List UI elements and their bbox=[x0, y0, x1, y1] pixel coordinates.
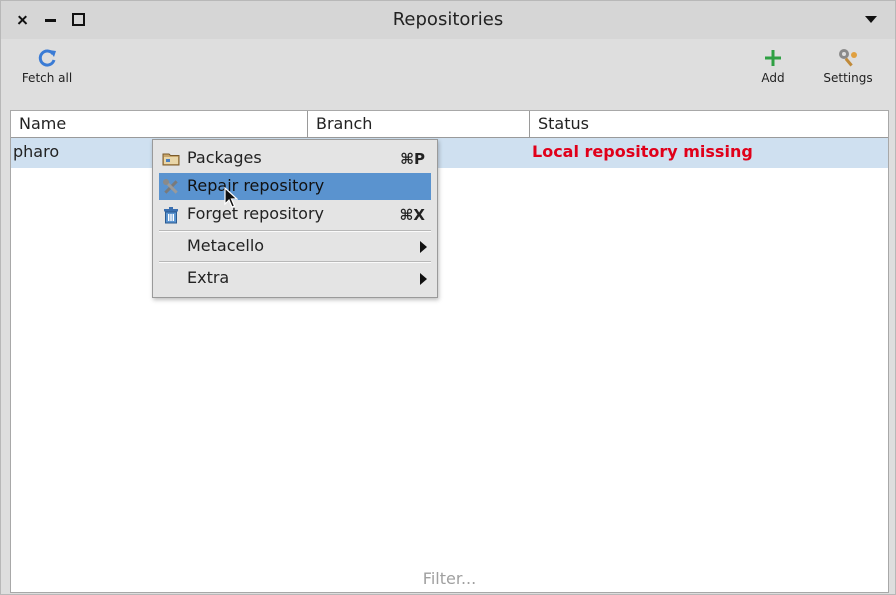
title-bar: Repositories bbox=[1, 1, 895, 39]
menu-item-label: Repair repository bbox=[187, 176, 325, 195]
menu-item-forget-repository[interactable]: Forget repository ⌘X bbox=[159, 201, 431, 228]
refresh-icon bbox=[38, 49, 56, 67]
table-header: Name Branch Status bbox=[11, 111, 888, 138]
menu-item-metacello[interactable]: Metacello bbox=[159, 233, 431, 260]
column-header-branch[interactable]: Branch bbox=[308, 111, 530, 137]
settings-icon bbox=[839, 49, 857, 67]
menu-separator bbox=[159, 230, 431, 232]
settings-button[interactable]: Settings bbox=[819, 47, 877, 85]
wrench-icon bbox=[163, 179, 178, 194]
add-button[interactable]: Add bbox=[753, 47, 793, 85]
repository-status-cell: Local repository missing bbox=[532, 142, 753, 161]
context-menu: Packages ⌘P Repair repository Forget rep… bbox=[152, 139, 438, 298]
plus-icon bbox=[765, 50, 781, 66]
table-row[interactable]: pharo Local repository missing bbox=[11, 138, 888, 168]
repositories-window: Repositories Fetch all Add Settings Name… bbox=[0, 0, 896, 595]
trash-icon bbox=[164, 207, 178, 224]
filter-input[interactable]: Filter... bbox=[11, 569, 888, 588]
folder-icon bbox=[162, 153, 180, 166]
window-menu-button[interactable] bbox=[865, 16, 877, 23]
column-header-name[interactable]: Name bbox=[11, 111, 308, 137]
menu-item-repair-repository[interactable]: Repair repository bbox=[159, 173, 431, 200]
menu-item-packages[interactable]: Packages ⌘P bbox=[159, 145, 431, 172]
submenu-arrow-icon bbox=[420, 241, 427, 253]
repository-name-cell: pharo bbox=[13, 142, 60, 161]
menu-item-label: Extra bbox=[187, 268, 230, 287]
fetch-all-button[interactable]: Fetch all bbox=[19, 47, 75, 85]
add-label: Add bbox=[761, 71, 785, 85]
menu-item-label: Packages bbox=[187, 148, 262, 167]
menu-separator bbox=[159, 261, 431, 263]
menu-item-label: Metacello bbox=[187, 236, 265, 255]
column-header-status[interactable]: Status bbox=[530, 111, 888, 137]
settings-label: Settings bbox=[823, 71, 873, 85]
window-title: Repositories bbox=[392, 9, 504, 30]
fetch-all-label: Fetch all bbox=[21, 71, 73, 85]
repositories-table: Name Branch Status pharo Local repositor… bbox=[10, 110, 889, 593]
mouse-cursor-icon bbox=[224, 187, 238, 208]
menu-item-shortcut: ⌘P bbox=[400, 150, 425, 168]
submenu-arrow-icon bbox=[420, 273, 427, 285]
toolbar: Fetch all Add Settings bbox=[1, 39, 895, 105]
menu-item-shortcut: ⌘X bbox=[399, 206, 425, 224]
menu-item-label: Forget repository bbox=[187, 204, 324, 223]
menu-item-extra[interactable]: Extra bbox=[159, 265, 431, 292]
